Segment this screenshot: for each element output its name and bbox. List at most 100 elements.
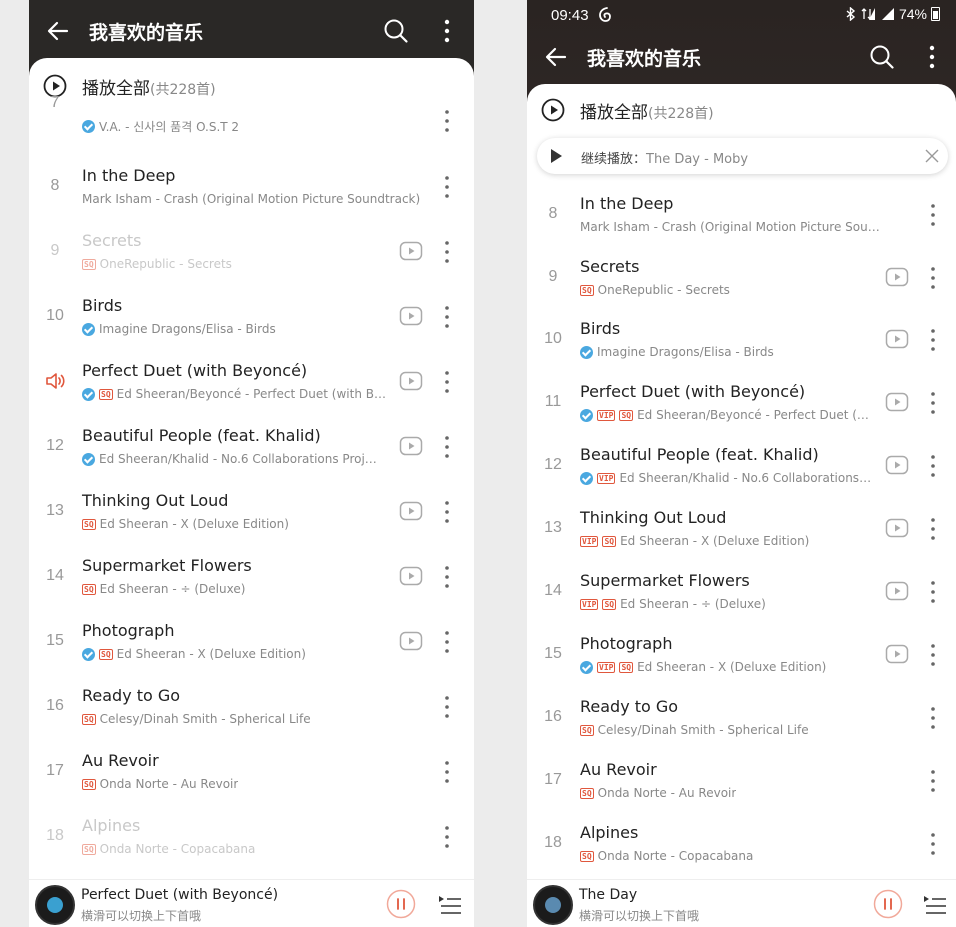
playlist-queue-icon[interactable] xyxy=(438,894,462,916)
list-item[interactable]: 15 Photograph SQ Ed Sheeran - X (Deluxe Edi… xyxy=(29,610,474,675)
mv-play-icon[interactable] xyxy=(399,239,423,263)
list-item[interactable]: 10 Birds Imagine Dragons/Elisa - Birds xyxy=(527,308,956,373)
mv-play-icon[interactable] xyxy=(885,579,909,603)
more-icon[interactable] xyxy=(929,265,937,291)
list-item[interactable]: 16 Ready to Go SQ Celesy/Dinah Smith - Sphe… xyxy=(527,686,956,751)
list-item[interactable]: 8 In the Deep Mark Isham - Crash (Original… xyxy=(527,183,956,248)
playlist-queue-icon[interactable] xyxy=(923,894,947,916)
more-icon[interactable] xyxy=(443,239,451,265)
list-item[interactable]: 17 Au Revoir SQ Onda Norte - Au Revoir xyxy=(527,749,956,814)
more-icon[interactable] xyxy=(929,579,937,605)
track-subtitle: Onda Norte - Au Revoir xyxy=(597,786,737,800)
more-icon[interactable] xyxy=(443,824,451,850)
more-icon[interactable] xyxy=(443,108,451,134)
back-arrow-icon[interactable] xyxy=(543,44,569,70)
more-icon[interactable] xyxy=(443,174,451,200)
sq-badge-icon: SQ xyxy=(580,284,594,296)
album-cover[interactable] xyxy=(533,885,573,925)
mv-play-icon[interactable] xyxy=(885,390,909,414)
more-icon[interactable] xyxy=(443,369,451,395)
more-icon[interactable] xyxy=(929,831,937,857)
bluetooth-icon xyxy=(846,7,856,21)
play-icon[interactable] xyxy=(551,149,562,163)
more-icon[interactable] xyxy=(443,434,451,460)
list-item[interactable]: 13 Thinking Out Loud VIP SQ Ed Sheeran - X (… xyxy=(527,497,956,562)
mv-play-icon[interactable] xyxy=(885,642,909,666)
pause-icon[interactable] xyxy=(873,889,903,919)
verified-icon xyxy=(82,322,95,336)
album-cover[interactable] xyxy=(35,885,75,925)
track-title: Alpines xyxy=(580,823,639,842)
mv-play-icon[interactable] xyxy=(885,516,909,540)
resume-playback-bar[interactable]: 继续播放：The Day - Moby xyxy=(537,138,948,174)
mini-player[interactable]: Perfect Duet (with Beyoncé) 横滑可以切换上下首哦 xyxy=(29,879,474,927)
mv-play-icon[interactable] xyxy=(885,327,909,351)
sq-badge-icon: SQ xyxy=(99,648,113,660)
list-item[interactable]: 15 Photograph VIP SQ Ed Sheeran - X (Deluxe … xyxy=(527,623,956,688)
mv-play-icon[interactable] xyxy=(885,453,909,477)
list-item[interactable]: 8 In the Deep Mark Isham - Crash (Original… xyxy=(29,155,474,220)
close-icon[interactable] xyxy=(924,148,940,164)
more-icon[interactable] xyxy=(929,453,937,479)
more-icon[interactable] xyxy=(929,390,937,416)
list-item[interactable]: 10 Birds Imagine Dragons/Elisa - Birds xyxy=(29,285,474,350)
list-item[interactable]: 17 Au Revoir SQ Onda Norte - Au Revoir xyxy=(29,740,474,805)
battery-percent: 74% xyxy=(898,6,927,22)
list-item[interactable]: 18 Alpines SQ Onda Norte - Copacabana xyxy=(29,805,474,870)
more-icon[interactable] xyxy=(443,304,451,330)
more-icon[interactable] xyxy=(929,202,937,228)
track-title: Birds xyxy=(580,319,621,338)
list-item[interactable]: Perfect Duet (with Beyoncé) SQ Ed Sheeran/… xyxy=(29,350,474,415)
more-icon[interactable] xyxy=(443,694,451,720)
more-icon[interactable] xyxy=(443,629,451,655)
list-item[interactable]: 13 Thinking Out Loud SQ Ed Sheeran - X (Del… xyxy=(29,480,474,545)
play-all-button[interactable]: 播放全部(共228首) xyxy=(527,84,956,136)
list-item[interactable]: 18 Alpines SQ Onda Norte - Copacabana xyxy=(527,812,956,877)
more-icon[interactable] xyxy=(929,705,937,731)
mini-player[interactable]: The Day 横滑可以切换上下首哦 xyxy=(527,879,956,927)
signal-icon xyxy=(881,8,894,20)
mv-play-icon[interactable] xyxy=(885,265,909,289)
verified-icon xyxy=(82,120,95,133)
right-screen: 09:43 74% 我喜欢的音乐 播放全部(共228首) 继续播放：The Da… xyxy=(527,0,956,927)
more-options-icon[interactable] xyxy=(927,44,937,70)
more-icon[interactable] xyxy=(929,516,937,542)
search-icon[interactable] xyxy=(383,18,409,44)
more-icon[interactable] xyxy=(929,768,937,794)
list-item[interactable]: 7 V.A. - 신사의 품격 O.S.T 2 xyxy=(29,90,474,138)
list-item[interactable]: 11 Perfect Duet (with Beyoncé) VIP SQ Ed She… xyxy=(527,371,956,436)
more-icon[interactable] xyxy=(443,759,451,785)
page-title: 我喜欢的音乐 xyxy=(89,22,204,44)
mv-play-icon[interactable] xyxy=(399,434,423,458)
mv-play-icon[interactable] xyxy=(399,369,423,393)
sq-badge-icon: SQ xyxy=(602,535,617,547)
mv-play-icon[interactable] xyxy=(399,304,423,328)
track-title: Alpines xyxy=(82,816,141,835)
track-number: 15 xyxy=(46,632,64,649)
list-item[interactable]: 9 Secrets SQ OneRepublic - Secrets xyxy=(29,220,474,285)
verified-icon xyxy=(580,408,593,422)
pause-icon[interactable] xyxy=(386,889,416,919)
list-item[interactable]: 16 Ready to Go SQ Celesy/Dinah Smith - Sphe… xyxy=(29,675,474,740)
list-item[interactable]: 9 Secrets SQ OneRepublic - Secrets xyxy=(527,246,956,311)
list-item[interactable]: 12 Beautiful People (feat. Khalid) Ed Shee… xyxy=(29,415,474,480)
more-icon[interactable] xyxy=(443,499,451,525)
track-subtitle: Imagine Dragons/Elisa - Birds xyxy=(597,345,774,359)
more-icon[interactable] xyxy=(443,564,451,590)
more-icon[interactable] xyxy=(929,327,937,353)
mv-play-icon[interactable] xyxy=(399,629,423,653)
mv-play-icon[interactable] xyxy=(399,564,423,588)
list-item[interactable]: 12 Beautiful People (feat. Khalid) VIP Ed S… xyxy=(527,434,956,499)
track-title: Thinking Out Loud xyxy=(82,491,229,510)
track-subtitle: Ed Sheeran - X (Deluxe Edition) xyxy=(620,534,810,548)
more-icon[interactable] xyxy=(929,642,937,668)
track-number: 14 xyxy=(544,582,562,599)
track-subtitle: OneRepublic - Secrets xyxy=(597,283,730,297)
back-arrow-icon[interactable] xyxy=(45,18,71,44)
list-item[interactable]: 14 Supermarket Flowers VIP SQ Ed Sheeran - ÷… xyxy=(527,560,956,625)
search-icon[interactable] xyxy=(869,44,895,70)
more-options-icon[interactable] xyxy=(442,18,452,44)
verified-icon xyxy=(82,647,95,661)
list-item[interactable]: 14 Supermarket Flowers SQ Ed Sheeran - ÷ (D… xyxy=(29,545,474,610)
mv-play-icon[interactable] xyxy=(399,499,423,523)
